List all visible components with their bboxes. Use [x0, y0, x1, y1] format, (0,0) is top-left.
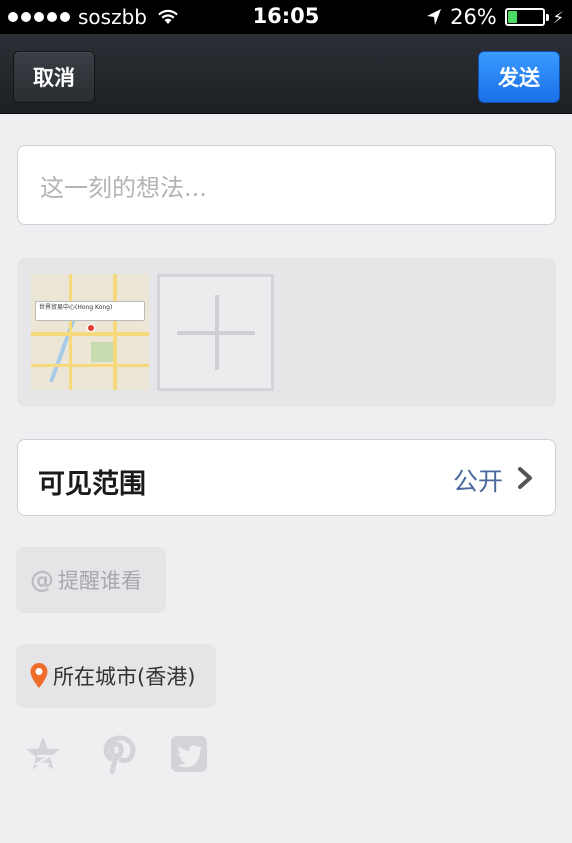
star-share-icon[interactable] [23, 734, 63, 774]
battery-icon [504, 8, 549, 26]
at-icon: @ [30, 566, 54, 594]
photo-area: 世界贸易中心(Hong Kong) [17, 258, 556, 407]
location-arrow-icon [427, 9, 442, 25]
map-thumbnail[interactable]: 世界贸易中心(Hong Kong) [31, 274, 149, 390]
twitter-share-icon[interactable] [169, 734, 209, 774]
navigation-bar: 取消 发送 [0, 34, 572, 114]
map-pin-icon [87, 324, 95, 332]
cancel-button[interactable]: 取消 [13, 51, 95, 103]
remind-button[interactable]: @ 提醒谁看 [16, 547, 166, 613]
location-pin-icon [30, 663, 48, 688]
location-label: 所在城市(香港) [53, 665, 196, 689]
add-photo-button[interactable] [157, 274, 274, 391]
visibility-row[interactable]: 可见范围 公开 [17, 439, 556, 516]
battery-fill [507, 11, 518, 23]
visibility-label: 可见范围 [38, 469, 146, 500]
pinterest-share-icon[interactable] [100, 734, 140, 774]
send-button[interactable]: 发送 [478, 51, 560, 103]
chevron-right-icon [518, 467, 532, 489]
thought-input[interactable]: 这一刻的想法... [17, 145, 556, 225]
battery-percent: 26% [450, 5, 497, 29]
status-right: 26% ⚡ [426, 5, 564, 29]
remind-label: 提醒谁看 [58, 569, 142, 593]
status-bar: soszbb 16:05 26% ⚡ [0, 0, 572, 34]
location-button[interactable]: 所在城市(香港) [16, 644, 216, 708]
charging-icon: ⚡ [552, 7, 564, 27]
map-callout: 世界贸易中心(Hong Kong) [35, 301, 145, 321]
visibility-value: 公开 [452, 467, 503, 496]
